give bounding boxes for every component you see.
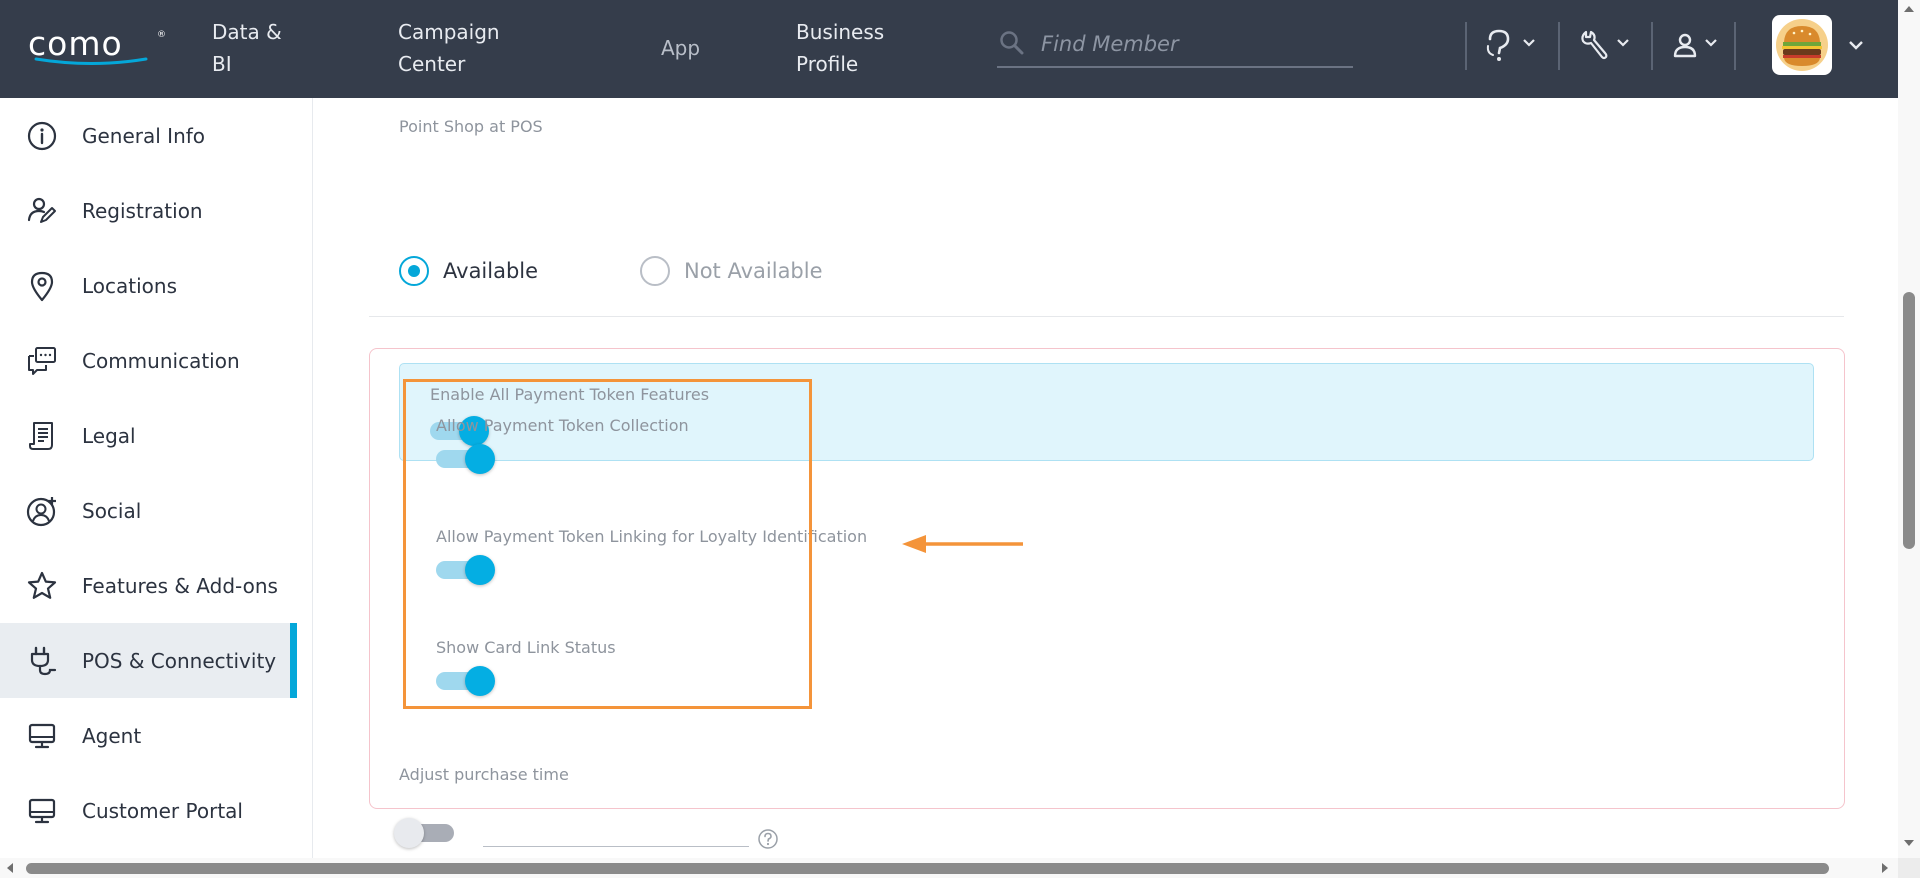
radio-available[interactable]: Available	[399, 254, 549, 288]
sidebar-item-legal[interactable]: Legal	[0, 398, 297, 473]
nav-app[interactable]: App	[661, 32, 700, 64]
business-avatar[interactable]	[1772, 15, 1832, 75]
sidebar-item-label: Registration	[82, 199, 203, 223]
user-menu-button[interactable]	[1672, 28, 1728, 64]
horizontal-scrollbar[interactable]	[0, 858, 1898, 878]
chevron-down-icon	[1523, 39, 1535, 47]
star-icon	[27, 571, 57, 599]
sidebar-item-social[interactable]: Social	[0, 473, 297, 548]
point-shop-label: Point Shop at POS	[399, 117, 543, 136]
purchase-time-input[interactable]	[483, 833, 749, 847]
sidebar-item-label: Agent	[82, 724, 142, 748]
annotation-highlight-box	[403, 379, 812, 709]
divider	[1734, 22, 1736, 70]
nav-campaign-center[interactable]: Campaign Center	[398, 16, 500, 80]
radio-available-label: Available	[443, 259, 539, 283]
divider	[1651, 22, 1653, 70]
scroll-up-arrow-icon[interactable]	[1903, 4, 1915, 14]
radio-not-available[interactable]: Not Available	[640, 254, 840, 288]
sidebar-item-general-info[interactable]: General Info	[0, 98, 297, 173]
nav-data-bi-line1: Data &	[212, 20, 282, 44]
help-menu-button[interactable]	[1484, 28, 1540, 64]
sidebar-item-label: Legal	[82, 424, 136, 448]
sidebar-item-label: Locations	[82, 274, 178, 298]
sidebar-item-customer-portal[interactable]: Customer Portal	[0, 773, 297, 848]
help-icon	[1486, 29, 1510, 61]
plug-icon	[30, 646, 57, 676]
sidebar-item-label: Customer Portal	[82, 799, 243, 823]
adjust-purchase-label: Adjust purchase time	[399, 765, 569, 784]
vertical-scrollbar[interactable]	[1898, 0, 1920, 858]
settings-sidebar: General Info Registration Locations Comm…	[0, 98, 313, 858]
annotation-arrow-icon	[902, 535, 1023, 553]
nav-business-line2: Profile	[796, 52, 859, 76]
radio-selected-indicator	[399, 256, 429, 286]
find-member-input[interactable]	[1041, 24, 1341, 64]
divider	[1465, 22, 1467, 70]
user-icon	[1673, 33, 1697, 58]
adjust-purchase-toggle[interactable]	[394, 816, 454, 848]
radio-not-available-label: Not Available	[684, 259, 823, 283]
horizontal-scroll-thumb[interactable]	[26, 863, 1829, 874]
nav-business-line1: Business	[796, 20, 885, 44]
toggle-knob	[394, 818, 424, 848]
sidebar-item-label: Features & Add-ons	[82, 574, 278, 598]
nav-campaign-line1: Campaign	[398, 20, 500, 44]
sidebar-item-features-addons[interactable]: Features & Add-ons	[0, 548, 297, 623]
sidebar-item-label: General Info	[82, 124, 206, 148]
scroll-down-arrow-icon[interactable]	[1903, 838, 1915, 848]
question-mark-icon[interactable]	[757, 828, 779, 850]
nav-data-bi-line2: BI	[212, 52, 232, 76]
sidebar-item-agent[interactable]: Agent	[0, 698, 297, 773]
logo-swoosh-icon	[34, 57, 148, 65]
monitor-icon	[28, 798, 56, 824]
location-pin-icon	[30, 271, 54, 302]
registration-icon	[27, 197, 56, 223]
radio-unselected-indicator	[640, 256, 670, 286]
nav-campaign-line2: Center	[398, 52, 466, 76]
sidebar-item-registration[interactable]: Registration	[0, 173, 297, 248]
vertical-scroll-thumb[interactable]	[1903, 292, 1915, 549]
top-navigation-bar: como ® Data & BI Campaign Center App Bus…	[0, 0, 1898, 98]
account-chevron-down-icon[interactable]	[1848, 39, 1864, 51]
sidebar-item-label: POS & Connectivity	[82, 649, 277, 673]
scroll-left-arrow-icon[interactable]	[5, 862, 15, 874]
wrench-icon	[1581, 30, 1608, 60]
document-icon	[29, 422, 53, 450]
chat-icon	[28, 347, 56, 375]
find-member-search	[997, 24, 1353, 68]
como-logo[interactable]: como ®	[28, 26, 166, 66]
monitor-icon	[28, 723, 56, 749]
burger-logo-icon	[1776, 19, 1828, 71]
tools-menu-button[interactable]	[1578, 28, 1634, 64]
user-add-icon	[26, 497, 56, 527]
divider	[1558, 22, 1560, 70]
chevron-down-icon	[1617, 39, 1629, 47]
search-icon	[1000, 31, 1024, 55]
info-icon	[27, 121, 57, 151]
sidebar-item-communication[interactable]: Communication	[0, 323, 297, 398]
registered-mark: ®	[157, 30, 166, 40]
scrollbar-corner	[1898, 858, 1920, 878]
sidebar-item-label: Communication	[82, 349, 240, 373]
section-divider	[369, 316, 1844, 317]
pos-settings-panel: Point Shop at POS Available Not Availabl…	[314, 98, 1898, 858]
sidebar-item-pos-connectivity[interactable]: POS & Connectivity	[0, 623, 297, 698]
scroll-right-arrow-icon[interactable]	[1880, 862, 1890, 874]
nav-data-bi[interactable]: Data & BI	[212, 16, 282, 80]
sidebar-item-label: Social	[82, 499, 142, 523]
nav-business-profile[interactable]: Business Profile	[796, 16, 884, 80]
sidebar-item-locations[interactable]: Locations	[0, 248, 297, 323]
chevron-down-icon	[1705, 39, 1717, 47]
